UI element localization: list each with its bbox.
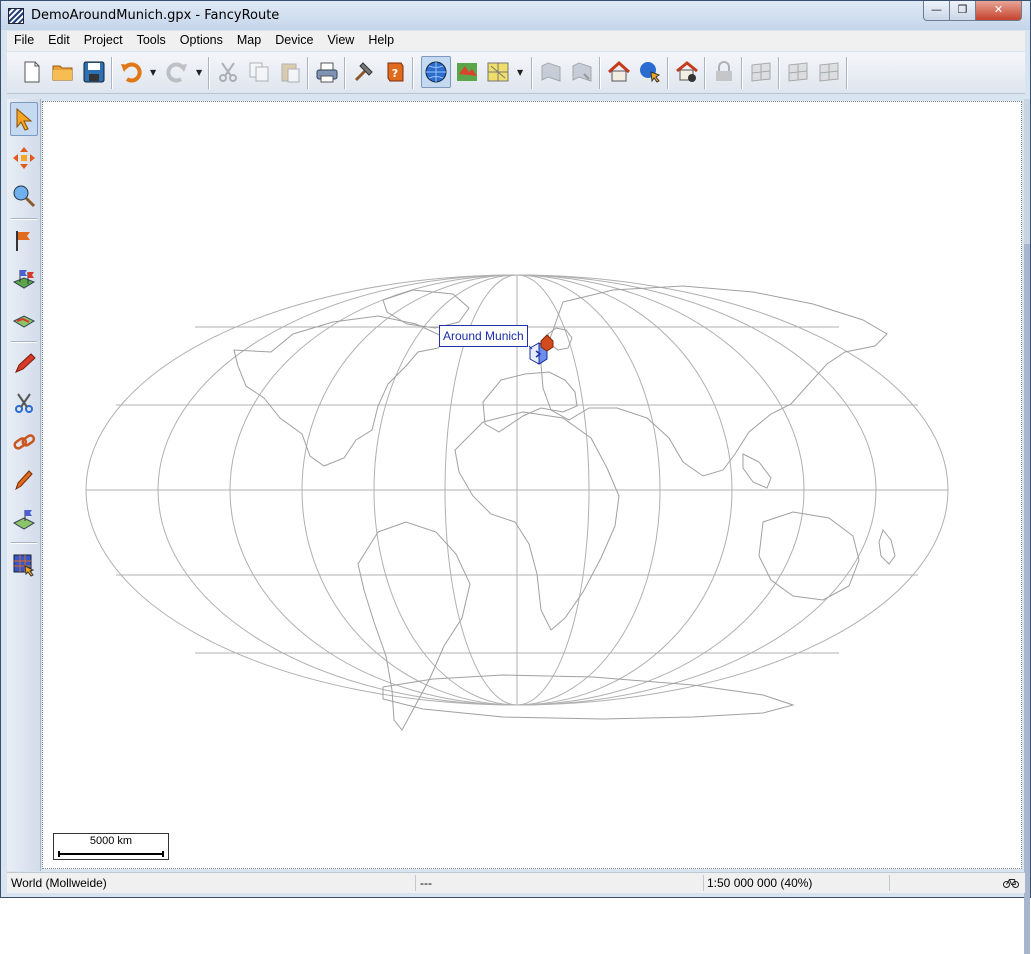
scrollbar-thumb[interactable] (1024, 244, 1030, 954)
menu-project[interactable]: Project (77, 31, 130, 51)
flag-map-icon[interactable] (10, 503, 38, 537)
menu-view[interactable]: View (320, 31, 361, 51)
close-button[interactable]: ✕ (975, 1, 1022, 21)
menu-file[interactable]: File (7, 31, 41, 51)
open-folder-icon[interactable] (48, 56, 78, 88)
waypoint-label[interactable]: Around Munich (439, 325, 528, 347)
window-title: DemoAroundMunich.gpx - FancyRoute (31, 8, 280, 23)
bicycle-icon (1003, 875, 1019, 892)
route-flags-icon[interactable] (10, 263, 38, 297)
status-scale: 1:50 000 000 (40%) (707, 876, 813, 890)
map-view[interactable]: Around Munich 5000 km (42, 101, 1022, 869)
tiles-a-icon[interactable] (783, 56, 813, 88)
tiles-b-icon[interactable] (814, 56, 844, 88)
status-projection: World (Mollweide) (11, 876, 107, 890)
svg-text:?: ? (392, 67, 398, 80)
pencil-edit-icon[interactable] (10, 464, 38, 498)
scale-bar-label: 5000 km (89, 835, 133, 847)
route-map-icon[interactable] (10, 302, 38, 336)
menu-map[interactable]: Map (230, 31, 268, 51)
undo-icon[interactable] (116, 56, 146, 88)
waypoint-marker[interactable] (528, 334, 554, 365)
status-coordinates: --- (420, 876, 432, 890)
world-map-canvas (85, 274, 949, 731)
menu-device[interactable]: Device (268, 31, 320, 51)
new-document-icon[interactable] (17, 56, 47, 88)
print-icon[interactable] (312, 56, 342, 88)
menu-tools[interactable]: Tools (130, 31, 173, 51)
world-map-icon[interactable] (421, 56, 451, 88)
menu-options[interactable]: Options (173, 31, 230, 51)
layers-b-icon[interactable] (567, 56, 597, 88)
zoom-magnifier-icon[interactable] (10, 179, 38, 213)
help-book-icon[interactable]: ? (380, 56, 410, 88)
scissors-icon[interactable] (10, 386, 38, 420)
menu-bar: File Edit Project Tools Options Map Devi… (7, 31, 1025, 51)
copy-icon[interactable] (244, 56, 274, 88)
app-icon (8, 8, 24, 24)
app-window: DemoAroundMunich.gpx - FancyRoute — ❐ ✕ … (0, 0, 1031, 954)
select-arrow-icon[interactable] (10, 102, 38, 136)
cut-icon[interactable] (213, 56, 243, 88)
coastlines (233, 285, 896, 731)
topo-map-icon[interactable] (452, 56, 482, 88)
maximize-button[interactable]: ❐ (949, 1, 976, 21)
layers-a-icon[interactable] (536, 56, 566, 88)
scale-bar-line (58, 851, 164, 857)
hammer-icon[interactable] (349, 56, 379, 88)
scale-bar: 5000 km (53, 833, 169, 860)
toolbar: ▼ ▼ ? ▼ (7, 52, 1025, 94)
save-icon[interactable] (79, 56, 109, 88)
waypoint-flag-icon[interactable] (10, 224, 38, 258)
chain-link-icon[interactable] (10, 425, 38, 459)
globe-pointer-icon[interactable] (635, 56, 665, 88)
pan-cross-icon[interactable] (10, 141, 38, 175)
map-dropdown-icon[interactable]: ▼ (517, 68, 526, 77)
menu-help[interactable]: Help (361, 31, 401, 51)
tiles-icon[interactable] (746, 56, 776, 88)
menu-edit[interactable]: Edit (41, 31, 77, 51)
title-bar[interactable]: DemoAroundMunich.gpx - FancyRoute — ❐ ✕ (1, 1, 1030, 30)
grid-select-icon[interactable] (10, 548, 38, 582)
left-toolbar (7, 99, 41, 871)
street-map-icon[interactable] (483, 56, 513, 88)
home-gps-icon[interactable] (672, 56, 702, 88)
vertical-scrollbar[interactable] (1024, 99, 1030, 954)
lock-icon[interactable] (709, 56, 739, 88)
home-icon[interactable] (604, 56, 634, 88)
undo-dropdown-icon[interactable]: ▼ (150, 68, 159, 77)
redo-dropdown-icon[interactable]: ▼ (196, 68, 205, 77)
pencil-draw-icon[interactable] (10, 347, 38, 381)
paste-icon[interactable] (275, 56, 305, 88)
minimize-button[interactable]: — (923, 1, 950, 21)
status-bar: World (Mollweide) --- 1:50 000 000 (40%) (7, 872, 1025, 893)
redo-icon[interactable] (162, 56, 192, 88)
